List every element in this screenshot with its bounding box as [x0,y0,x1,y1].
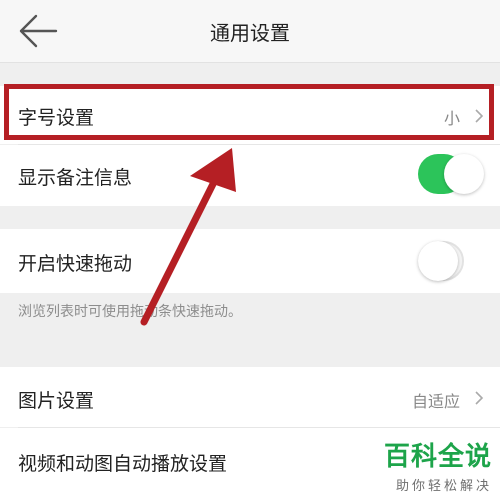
page-title: 通用设置 [210,21,290,45]
toggle-knob [418,241,458,281]
image-setting-label: 图片设置 [18,390,95,412]
highlight-box [4,84,494,140]
watermark-subtitle: 助你轻松解决 [395,479,492,494]
watermark-title: 百科全说 [383,442,492,472]
toggle-knob [444,154,484,194]
show-notes-label: 显示备注信息 [18,167,133,189]
show-notes-toggle[interactable] [418,154,484,194]
quick-drag-label: 开启快速拖动 [18,253,133,275]
image-setting-row[interactable]: 图片设置 自适应 [0,367,500,427]
quick-drag-hint: 浏览列表时可使用拖动条快速拖动。 [18,304,242,320]
nav-header: 通用设置 [0,0,500,63]
quick-drag-setting-row: 开启快速拖动 [0,229,500,293]
watermark-logo: 百科全说 助你轻松解决 [384,436,492,494]
show-notes-setting-row: 显示备注信息 [0,145,500,206]
video-autoplay-label: 视频和动图自动播放设置 [18,453,228,475]
quick-drag-toggle[interactable] [418,241,464,281]
chevron-right-icon [475,391,484,405]
image-setting-value: 自适应 [411,392,460,411]
